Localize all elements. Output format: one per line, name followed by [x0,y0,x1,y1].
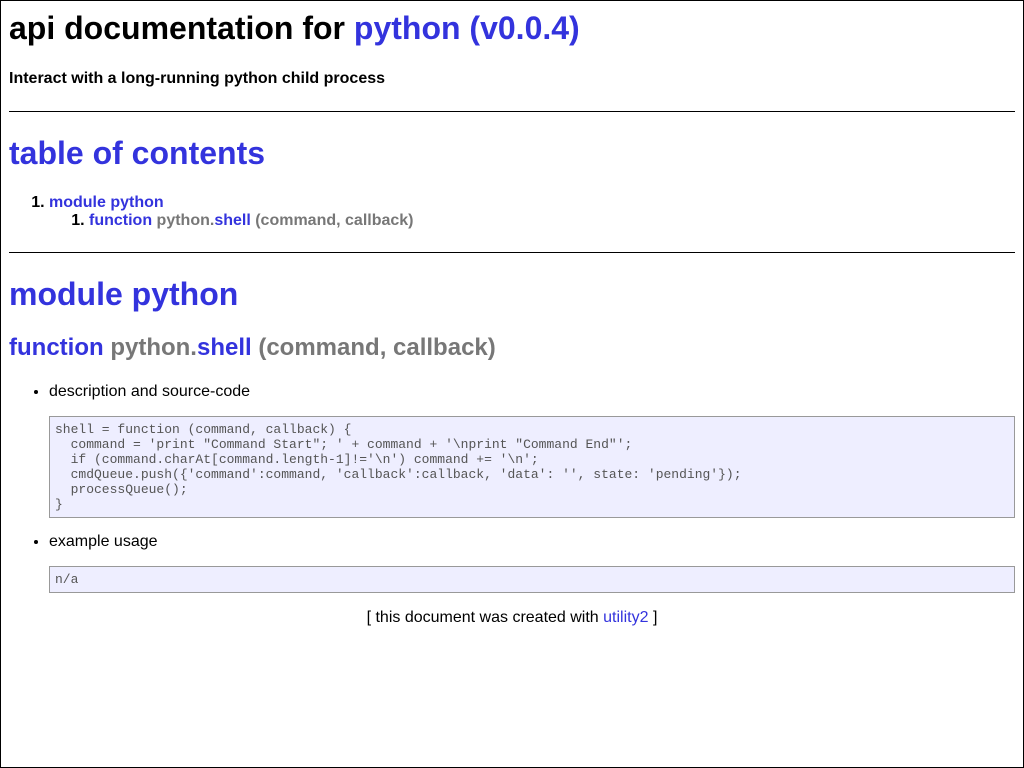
example-label: example usage [49,533,158,550]
toc-module-link[interactable]: module python [49,194,164,211]
source-code-block: shell = function (command, callback) { c… [49,416,1015,518]
package-link[interactable]: python (v0.0.4) [354,10,580,46]
footer-prefix: [ this document was created with [366,609,604,626]
package-description: Interact with a long-running python chil… [9,70,386,87]
table-of-contents: module python function python.shell (com… [9,194,1015,230]
function-anchor-link[interactable]: function python.shell (command, callback… [9,334,496,361]
toc-function-link[interactable]: function python.shell (command, callback… [89,212,414,229]
function-module: python. [110,334,197,361]
description-label: description and source-code [49,383,251,400]
divider [9,111,1015,112]
footer: [ this document was created with utility… [9,608,1015,628]
toc-function-signature: (command, callback) [250,212,414,229]
divider [9,252,1015,253]
function-signature: (command, callback) [251,334,496,361]
footer-suffix: ] [648,609,658,626]
toc-function-keyword: function [89,212,153,229]
function-name: shell [196,334,252,361]
toc-function-name: shell [214,212,251,229]
toc-heading: table of contents [9,135,266,171]
description-item: description and source-code shell = func… [49,383,1015,518]
utility2-link[interactable]: utility2 [603,609,648,626]
example-code-block: n/a [49,566,1015,593]
toc-item-module: module python function python.shell (com… [49,194,1015,230]
toc-sublist: function python.shell (command, callback… [49,212,1015,230]
function-keyword: function [9,334,104,361]
example-item: example usage n/a [49,533,1015,593]
function-details: description and source-code shell = func… [9,383,1015,593]
module-heading: module python [9,276,239,312]
page-title-prefix: api documentation for [9,10,354,46]
documentation-page: api documentation for python (v0.0.4) In… [1,9,1023,628]
toc-item-function: function python.shell (command, callback… [89,212,1015,230]
function-heading: function python.shell (command, callback… [9,333,1015,363]
page-title: api documentation for python (v0.0.4) [9,9,1015,47]
toc-function-module: python. [156,212,215,229]
